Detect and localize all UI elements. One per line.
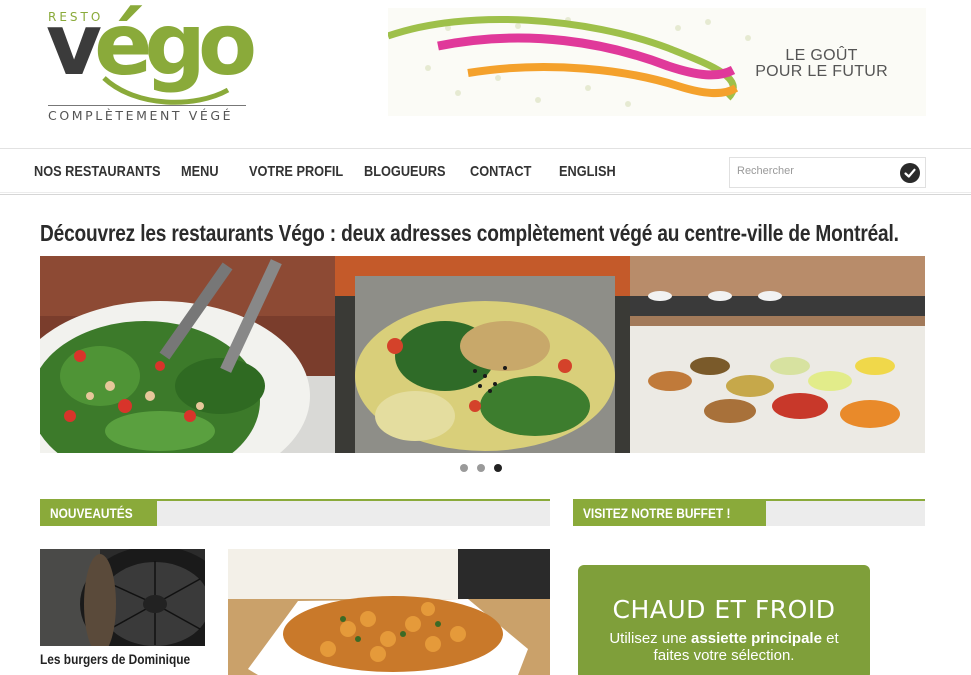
nav-item-contact[interactable]: CONTACT	[470, 149, 546, 194]
image-slider[interactable]	[40, 256, 925, 453]
site-header: RESTO végo COMPLÈTEMENT VÉGÉ LE GOÛT POU…	[0, 0, 971, 148]
header-banner: LE GOÛT POUR LE FUTUR	[388, 8, 926, 116]
logo-wordmark: végo	[46, 0, 257, 95]
chickpea-salad-photo	[228, 549, 550, 675]
slider-dot-3[interactable]	[494, 464, 502, 472]
buffet-bar-photo	[630, 256, 925, 453]
news-section-header: NOUVEAUTÉS	[40, 499, 550, 526]
main-navigation: NOS RESTAURANTS MENU VOTRE PROFIL BLOGUE…	[0, 148, 971, 195]
spinach-salad-photo	[40, 256, 335, 453]
vego-logo[interactable]: RESTO végo COMPLÈTEMENT VÉGÉ	[46, 2, 257, 123]
buffet-section-label: VISITEZ NOTRE BUFFET !	[573, 501, 767, 526]
page-headline: Découvrez les restaurants Végo : deux ad…	[40, 220, 899, 246]
nav-item-nos-restaurants[interactable]: NOS RESTAURANTS	[34, 149, 161, 194]
search-submit-button[interactable]	[900, 163, 920, 183]
nav-item-votre-profil[interactable]: VOTRE PROFIL	[249, 149, 347, 194]
slider-dot-1[interactable]	[460, 464, 468, 472]
nav-item-menu[interactable]: MENU	[181, 149, 239, 194]
search-box	[729, 157, 926, 188]
slider-dot-2[interactable]	[477, 464, 485, 472]
nav-item-blogueurs[interactable]: BLOGUEURS	[364, 149, 454, 194]
search-input[interactable]	[737, 165, 887, 177]
buffet-card-description: Utilisez une assiette principale et fait…	[609, 630, 839, 664]
news-section-label: NOUVEAUTÉS	[40, 501, 158, 526]
portobello-mushroom-photo	[40, 549, 205, 646]
logo-tagline: COMPLÈTEMENT VÉGÉ	[48, 105, 246, 123]
slider-pagination	[460, 464, 502, 472]
buffet-promo-card[interactable]: CHAUD ET FROID Utilisez une assiette pri…	[578, 565, 870, 675]
buffet-section-header: VISITEZ NOTRE BUFFET !	[573, 499, 925, 526]
buffet-card-title: CHAUD ET FROID	[612, 595, 836, 624]
banner-slogan: LE GOÛT POUR LE FUTUR	[755, 47, 888, 80]
check-circle-icon	[904, 168, 916, 178]
nav-divider	[0, 192, 971, 193]
nav-item-english[interactable]: ENGLISH	[559, 149, 627, 194]
news-thumbnail-1[interactable]	[40, 549, 205, 646]
sesame-salad-photo	[335, 256, 630, 453]
news-thumbnail-2[interactable]	[228, 549, 550, 675]
news-title-1[interactable]: Les burgers de Dominique	[40, 649, 210, 669]
